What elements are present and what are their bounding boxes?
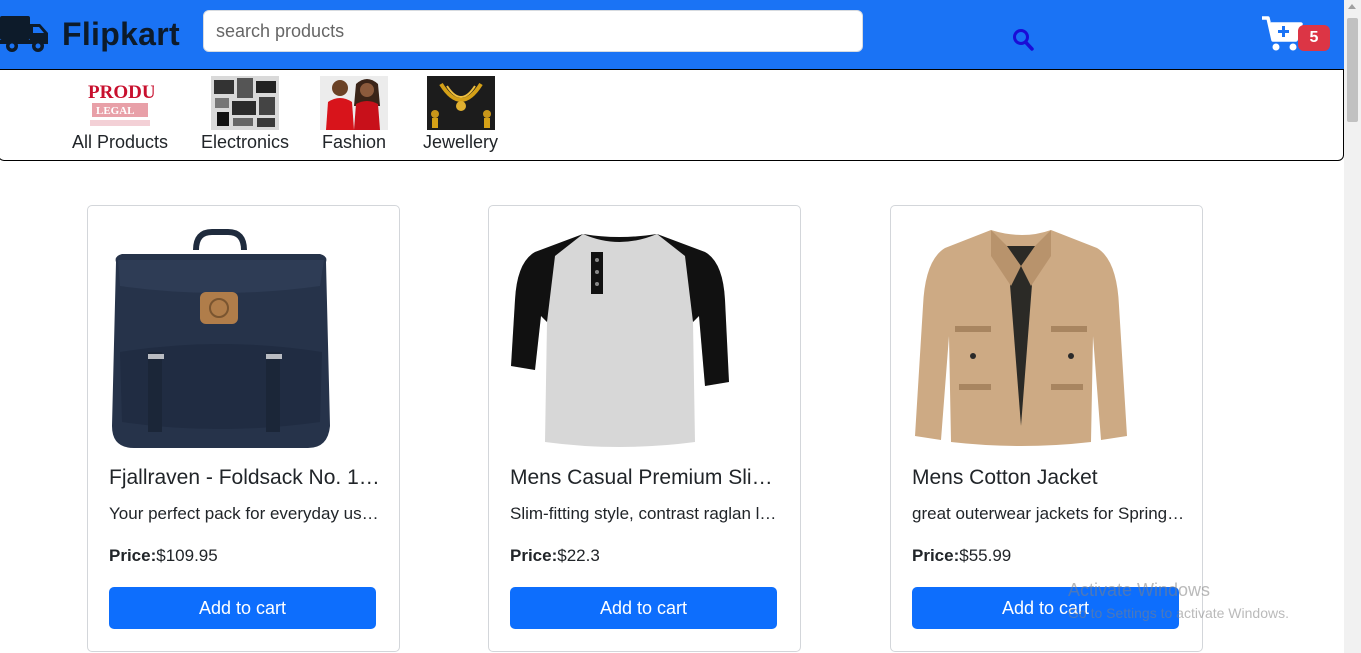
product-price: Price:$109.95 — [109, 546, 218, 566]
product-description: great outerwear jackets for Spring/Autum… — [912, 504, 1187, 523]
product-title[interactable]: Mens Casual Premium Slim Fit T-Shirts — [510, 466, 785, 490]
product-price: Price:$22.3 — [510, 546, 600, 566]
activate-windows-watermark: Activate Windows — [1068, 580, 1211, 600]
price-value: $109.95 — [156, 546, 218, 565]
product-description: Your perfect pack for everyday use and w… — [109, 504, 384, 523]
jewellery-image — [426, 76, 495, 130]
top-navbar: Flipkart 5 — [0, 0, 1345, 70]
page: Flipkart 5 PRODUCT LEGAL — [0, 0, 1361, 653]
cart-count-badge: 5 — [1298, 25, 1330, 51]
category-bar: PRODUCT LEGAL All Products Electronics — [0, 69, 1344, 161]
svg-text:LEGAL: LEGAL — [96, 105, 135, 117]
product-card: Fjallraven - Foldsack No. 1 Backpack, Fi… — [87, 205, 400, 652]
product-title[interactable]: Fjallraven - Foldsack No. 1 Backpack, Fi… — [109, 466, 384, 490]
category-label: Jewellery — [423, 132, 499, 152]
tshirt-image — [511, 234, 729, 447]
product-title[interactable]: Mens Cotton Jacket — [912, 466, 1187, 490]
truck-icon — [0, 16, 48, 52]
search-input[interactable] — [216, 11, 806, 51]
price-label: Price: — [912, 546, 960, 565]
add-to-cart-button[interactable]: Add to cart — [510, 587, 777, 629]
category-all-products[interactable]: PRODUCT LEGAL All Products — [72, 76, 168, 153]
category-jewellery[interactable]: Jewellery — [423, 76, 498, 153]
brand-logo[interactable]: Flipkart — [62, 16, 180, 53]
scrollbar-thumb[interactable] — [1347, 18, 1358, 122]
search-box — [203, 10, 1034, 52]
scroll-up-arrow-icon[interactable] — [1348, 4, 1356, 9]
category-fashion[interactable]: Fashion — [320, 76, 388, 153]
vertical-scrollbar[interactable] — [1344, 0, 1361, 653]
price-label: Price: — [510, 546, 558, 565]
svg-text:PRODUCT: PRODUCT — [88, 82, 154, 103]
backpack-image — [112, 229, 330, 448]
category-label: Electronics — [201, 132, 290, 152]
price-value: $22.3 — [557, 546, 600, 565]
electronics-image — [211, 76, 280, 130]
price-label: Price: — [109, 546, 157, 565]
search-icon[interactable] — [1012, 28, 1034, 52]
fashion-image — [320, 76, 388, 130]
price-value: $55.99 — [959, 546, 1012, 565]
category-electronics[interactable]: Electronics — [201, 76, 289, 153]
category-label: All Products — [72, 132, 169, 152]
category-label: Fashion — [321, 132, 387, 152]
activate-windows-subtext: Go to Settings to activate Windows. — [1068, 605, 1289, 621]
product-description: Slim-fitting style, contrast raglan long… — [510, 504, 785, 523]
product-price: Price:$55.99 — [912, 546, 1011, 566]
product-logo-image: PRODUCT LEGAL — [86, 76, 155, 130]
jacket-image — [915, 230, 1127, 446]
add-to-cart-button[interactable]: Add to cart — [109, 587, 376, 629]
product-card: Mens Casual Premium Slim Fit T-Shirts Sl… — [488, 205, 801, 652]
